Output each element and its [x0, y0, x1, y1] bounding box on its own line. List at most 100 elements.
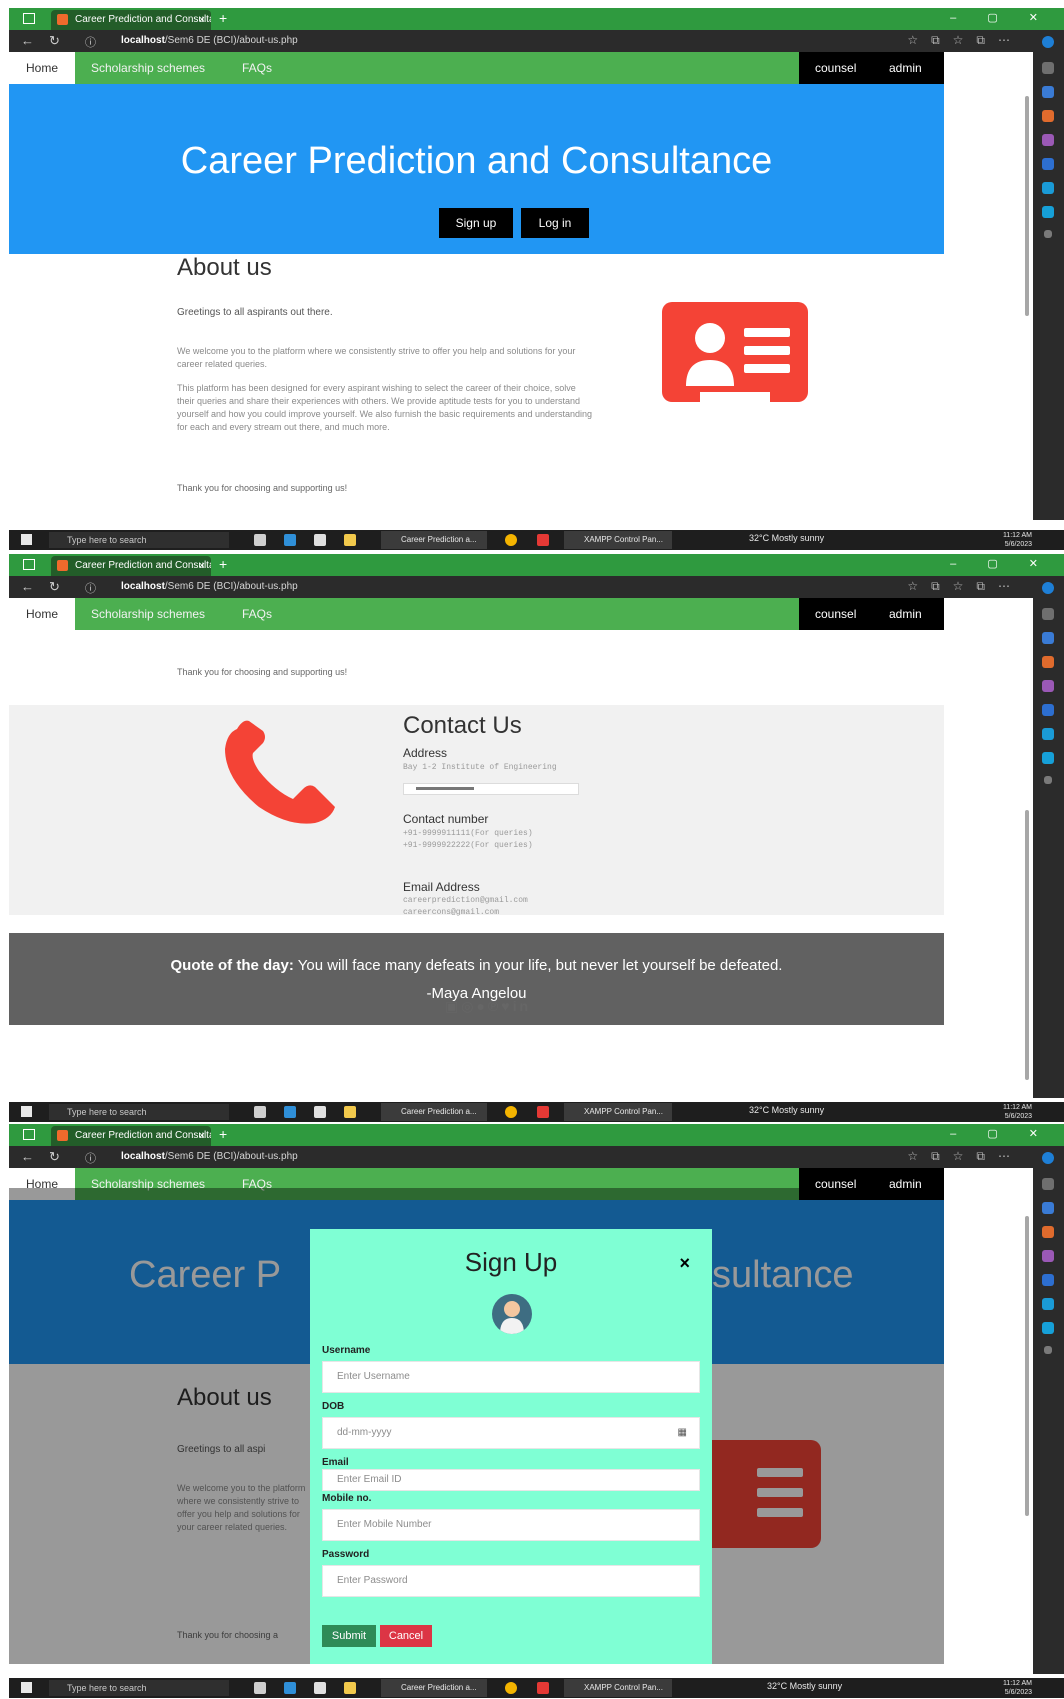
anydesk-icon[interactable] [537, 1682, 549, 1694]
dob-input[interactable]: dd-mm-yyyy ▦ [322, 1417, 700, 1449]
new-tab-icon[interactable]: + [219, 556, 227, 572]
edge-taskbar-icon[interactable] [284, 534, 296, 546]
nav-scholarship[interactable]: Scholarship schemes [91, 52, 205, 84]
chrome-icon[interactable] [505, 534, 517, 546]
tools-icon[interactable] [1042, 110, 1054, 122]
email-input[interactable]: Enter Email ID [322, 1469, 700, 1491]
new-tab-icon[interactable]: + [219, 10, 227, 26]
taskbar-app-browser[interactable]: Career Prediction a... [381, 1103, 487, 1121]
taskbar-search[interactable]: Type here to search [49, 1104, 229, 1120]
tools-icon[interactable] [1042, 656, 1054, 668]
close-icon[interactable]: × [679, 1253, 690, 1274]
signup-button[interactable]: Sign up [439, 208, 513, 238]
browser-toolbar-icons[interactable]: ☆⧉☆⧉⋯ [907, 1149, 1023, 1164]
taskbar-search[interactable]: Type here to search [49, 1680, 229, 1696]
chrome-icon[interactable] [505, 1106, 517, 1118]
tab-close-icon[interactable]: × [199, 556, 205, 576]
edge-taskbar-icon[interactable] [284, 1106, 296, 1118]
add-icon[interactable] [1044, 776, 1052, 784]
browser-toolbar-icons[interactable]: ☆⧉☆⧉⋯ [907, 33, 1023, 48]
nav-home[interactable]: Home [9, 52, 75, 84]
file-explorer-icon[interactable] [344, 1682, 356, 1694]
file-explorer-icon[interactable] [344, 1106, 356, 1118]
nav-faqs[interactable]: FAQs [242, 598, 272, 630]
task-view-icon[interactable] [254, 534, 266, 546]
windows-start-icon[interactable] [21, 534, 32, 545]
outlook-icon[interactable] [1042, 1298, 1054, 1310]
nav-home[interactable]: Home [9, 598, 75, 630]
facebook-icon[interactable]: ▣ [445, 998, 461, 1014]
info-icon[interactable]: ⓘ [85, 34, 96, 50]
bing-icon[interactable] [1042, 1152, 1054, 1164]
bing-icon[interactable] [1042, 582, 1054, 594]
refresh-icon[interactable]: ↻ [49, 1149, 60, 1165]
taskbar-app-xampp[interactable]: XAMPP Control Pan... [564, 1103, 672, 1121]
nav-admin[interactable]: admin [889, 52, 922, 84]
url-field[interactable]: localhost/Sem6 DE (BCI)/about-us.php [121, 581, 298, 592]
outlook-icon[interactable] [1042, 182, 1054, 194]
games-icon[interactable] [1042, 680, 1054, 692]
task-view-icon[interactable] [254, 1682, 266, 1694]
telegram-icon[interactable] [1042, 206, 1054, 218]
nav-faqs[interactable]: FAQs [242, 52, 272, 84]
submit-button[interactable]: Submit [322, 1625, 376, 1647]
nav-counsel[interactable]: counsel [815, 52, 856, 84]
cancel-button[interactable]: Cancel [380, 1625, 432, 1647]
github-icon[interactable]: ● [476, 998, 487, 1014]
login-button[interactable]: Log in [521, 208, 589, 238]
taskbar-search[interactable]: Type here to search [49, 532, 229, 548]
task-view-icon[interactable] [254, 1106, 266, 1118]
page-scrollbar[interactable] [1025, 1216, 1029, 1516]
tools-icon[interactable] [1042, 1226, 1054, 1238]
mobile-input[interactable]: Enter Mobile Number [322, 1509, 700, 1541]
file-explorer-icon[interactable] [344, 534, 356, 546]
search-icon[interactable] [1042, 62, 1054, 74]
nav-scholarship[interactable]: Scholarship schemes [91, 598, 205, 630]
store-icon[interactable] [314, 1106, 326, 1118]
back-icon[interactable]: ← [21, 1149, 34, 1164]
page-scrollbar[interactable] [1025, 96, 1029, 316]
window-controls[interactable]: – ▢ ✕ [950, 1127, 1052, 1140]
search-icon[interactable] [1042, 608, 1054, 620]
info-icon[interactable]: ⓘ [85, 580, 96, 596]
shopping-icon[interactable] [1042, 86, 1054, 98]
add-icon[interactable] [1044, 230, 1052, 238]
taskbar-clock[interactable]: 11:12 AM 5/6/2023 [1003, 1103, 1032, 1121]
browser-tab[interactable]: Career Prediction and Consultanc × [51, 10, 211, 30]
search-icon[interactable] [1042, 1178, 1054, 1190]
window-controls[interactable]: – ▢ ✕ [950, 11, 1052, 24]
office-icon[interactable] [1042, 704, 1054, 716]
tab-actions-icon[interactable] [23, 1129, 35, 1140]
store-icon[interactable] [314, 1682, 326, 1694]
office-icon[interactable] [1042, 1274, 1054, 1286]
telegram-icon[interactable] [1042, 752, 1054, 764]
scroller-thumb[interactable] [416, 787, 474, 790]
taskbar-clock[interactable]: 11:12 AM 5/6/2023 [1003, 531, 1032, 549]
info-icon[interactable]: ⓘ [85, 1150, 96, 1166]
browser-tab[interactable]: Career Prediction and Consultanc × [51, 556, 211, 576]
store-icon[interactable] [314, 534, 326, 546]
nav-counsel[interactable]: counsel [815, 598, 856, 630]
edge-taskbar-icon[interactable] [284, 1682, 296, 1694]
taskbar-app-xampp[interactable]: XAMPP Control Pan... [564, 1679, 672, 1697]
browser-tab[interactable]: Career Prediction and Consultanc × [51, 1126, 211, 1146]
taskbar-app-xampp[interactable]: XAMPP Control Pan... [564, 531, 672, 549]
weather-widget[interactable]: 32°C Mostly sunny [749, 533, 824, 543]
twitter-icon[interactable]: ♥ [501, 998, 512, 1014]
username-input[interactable]: Enter Username [322, 1361, 700, 1393]
bing-icon[interactable] [1042, 36, 1054, 48]
back-icon[interactable]: ← [21, 33, 34, 48]
refresh-icon[interactable]: ↻ [49, 33, 60, 49]
password-input[interactable]: Enter Password [322, 1565, 700, 1597]
office-icon[interactable] [1042, 158, 1054, 170]
games-icon[interactable] [1042, 1250, 1054, 1262]
refresh-icon[interactable]: ↻ [49, 579, 60, 595]
tab-close-icon[interactable]: × [199, 10, 205, 30]
calendar-icon[interactable]: ▦ [678, 1418, 687, 1448]
tab-actions-icon[interactable] [23, 559, 35, 570]
url-field[interactable]: localhost/Sem6 DE (BCI)/about-us.php [121, 1151, 298, 1162]
weather-widget[interactable]: 32°C Mostly sunny [749, 1105, 824, 1115]
nav-admin[interactable]: admin [889, 598, 922, 630]
browser-toolbar-icons[interactable]: ☆⧉☆⧉⋯ [907, 579, 1023, 594]
anydesk-icon[interactable] [537, 1106, 549, 1118]
